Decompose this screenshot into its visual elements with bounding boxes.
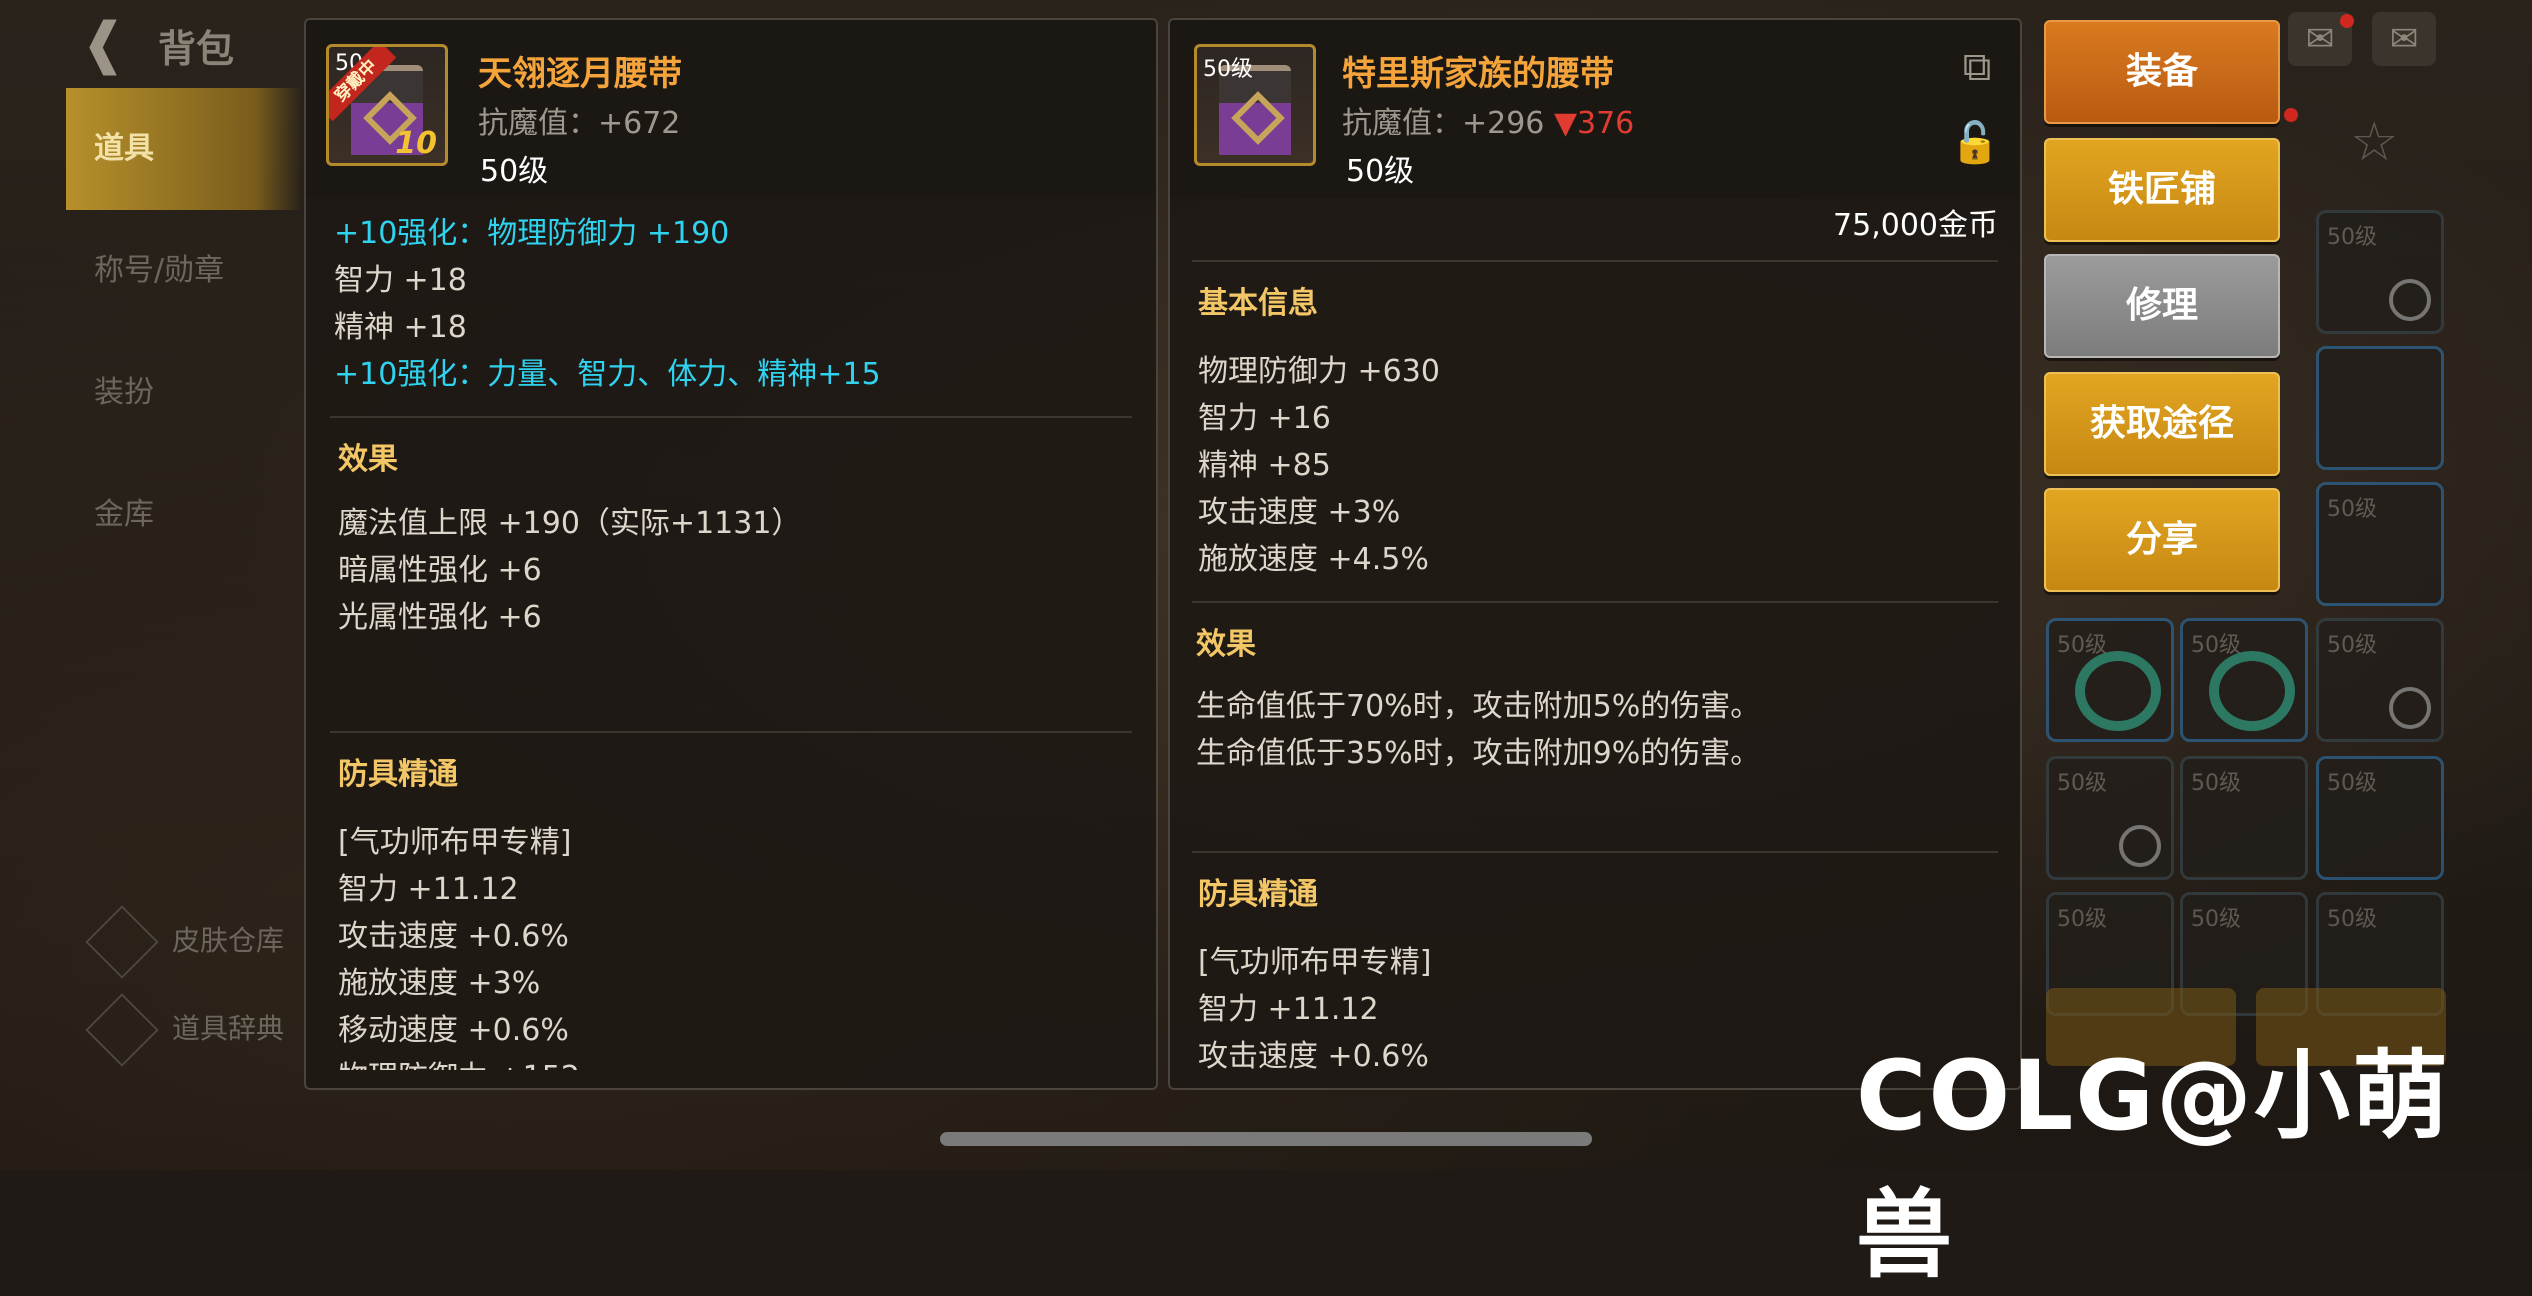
item-dictionary-button[interactable]: 道具辞典: [85, 993, 336, 1067]
effect-title: 效果: [338, 442, 398, 477]
inventory-slot[interactable]: 50级: [2180, 618, 2308, 742]
item-dictionary-label: 道具辞典: [172, 1012, 285, 1045]
equipped-item-tooltip: 50 穿戴中 10 天翎逐月腰带 抗魔值：+672 50级 +10强化：物理防御…: [304, 18, 1158, 1090]
section-divider: [1192, 601, 1998, 603]
compared-item-header: 50级 特里斯家族的腰带 抗魔值：+296 ▼376 50级 ⧉ 🔓: [1170, 20, 2020, 198]
equipped-item-header: 50 穿戴中 10 天翎逐月腰带 抗魔值：+672 50级: [306, 20, 1156, 198]
equipped-belt-icon: 50 穿戴中 10: [326, 44, 448, 166]
section-divider: [330, 416, 1132, 418]
watermark: COLG@小萌兽: [1856, 1040, 2451, 1291]
equip-button[interactable]: 装备: [2044, 20, 2280, 124]
chat-icon[interactable]: ✉: [2372, 12, 2436, 66]
compared-item-tooltip: 50级 特里斯家族的腰带 抗魔值：+296 ▼376 50级 ⧉ 🔓 75,00…: [1168, 18, 2022, 1090]
sidebar-item-items[interactable]: 道具: [66, 88, 302, 210]
inventory-slot[interactable]: [2316, 346, 2444, 470]
sidebar-item-titles[interactable]: 称号/勋章: [66, 210, 302, 332]
stat-line: 智力 +16: [1198, 401, 1331, 436]
stat-line: 智力 +18: [334, 263, 467, 298]
inventory-slot[interactable]: 50级: [2180, 756, 2308, 880]
effect-line: 生命值低于35%时，攻击附加9%的伤害。: [1196, 736, 1761, 771]
lock-icon[interactable]: 🔓: [1950, 120, 2000, 166]
book-icon: [85, 993, 159, 1067]
mastery-line: 攻击速度 +0.6%: [338, 919, 569, 954]
sidebar-item-vault[interactable]: 金库: [66, 454, 302, 576]
inventory-slot[interactable]: 50级: [2046, 756, 2174, 880]
external-link-icon[interactable]: ⧉: [1952, 44, 2002, 90]
mastery-line: 物理防御力 +152: [338, 1054, 1132, 1070]
effect-line: 光属性强化 +6: [338, 600, 542, 635]
mail-notification-dot: [2340, 14, 2354, 28]
blacksmith-button[interactable]: 铁匠铺: [2044, 138, 2280, 242]
equipped-item-details: +10强化：物理防御力 +190 智力 +18 精神 +18 +10强化：力量、…: [306, 210, 1156, 1070]
inventory-sidebar: 道具 称号/勋章 装扮 金库: [66, 88, 302, 576]
item-name: 特里斯家族的腰带: [1342, 54, 1614, 94]
stat-value: 抗魔值：+296: [1342, 106, 1554, 141]
repair-button[interactable]: 修理: [2044, 254, 2280, 358]
compared-belt-icon: 50级: [1194, 44, 1316, 166]
ring-icon: [2209, 651, 2295, 731]
inventory-title: 背包: [158, 27, 235, 71]
locked-icon: [2119, 825, 2161, 867]
locked-icon: [2389, 687, 2431, 729]
mastery-line: 移动速度 +0.6%: [338, 1013, 569, 1048]
skin-storage-button[interactable]: 皮肤仓库: [85, 905, 336, 979]
stat-line: 精神 +85: [1198, 448, 1331, 483]
item-level: 50级: [480, 154, 549, 189]
effect-line: 生命值低于70%时，攻击附加5%的伤害。: [1196, 689, 1761, 724]
sidebar-item-avatar[interactable]: 装扮: [66, 332, 302, 454]
inventory-slot[interactable]: 50级: [2316, 482, 2444, 606]
skin-storage-label: 皮肤仓库: [172, 924, 285, 957]
inventory-slot[interactable]: 50级: [2316, 210, 2444, 334]
stat-line: 施放速度 +4.5%: [1198, 542, 1429, 577]
item-name: 天翎逐月腰带: [478, 54, 682, 94]
section-divider: [1192, 851, 1998, 853]
effect-line: 暗属性强化 +6: [338, 553, 542, 588]
item-icon-level: 50级: [1203, 57, 1253, 82]
stat-diff: ▼376: [1553, 106, 1635, 141]
mastery-line: [气功师布甲专精]: [338, 825, 572, 860]
stat-line: 物理防御力 +630: [1198, 354, 1440, 389]
obtain-source-button[interactable]: 获取途径: [2044, 372, 2280, 476]
item-magic-resist: 抗魔值：+296 ▼376: [1342, 98, 1634, 142]
stat-line: 精神 +18: [334, 310, 467, 345]
compared-item-details: 75,000金币 基本信息 物理防御力 +630 智力 +16 精神 +85 攻…: [1170, 198, 2020, 1070]
back-arrow-icon[interactable]: ❰: [80, 14, 140, 74]
inventory-slot[interactable]: 50级: [2046, 618, 2174, 742]
share-button[interactable]: 分享: [2044, 488, 2280, 592]
locked-icon: [2389, 279, 2431, 321]
mastery-title: 防具精通: [338, 757, 458, 792]
section-divider: [330, 731, 1132, 733]
diamond-icon: [85, 905, 159, 979]
inventory-slot[interactable]: 50级: [2316, 756, 2444, 880]
basic-info-title: 基本信息: [1198, 286, 1318, 321]
item-price: 75,000金币: [1833, 208, 1998, 243]
effect-line: 魔法值上限 +190（实际+1131）: [338, 506, 802, 541]
mastery-line: [气功师布甲专精]: [1198, 945, 1432, 980]
ring-icon: [2075, 651, 2161, 731]
inventory-slot[interactable]: 50级: [2316, 618, 2444, 742]
favorite-star-icon[interactable]: ☆: [2350, 110, 2398, 173]
mastery-title: 防具精通: [1198, 877, 1318, 912]
section-divider: [1192, 260, 1998, 262]
stat-line: 攻击速度 +3%: [1198, 495, 1401, 530]
item-magic-resist: 抗魔值：+672: [478, 106, 681, 141]
mastery-line: 智力 +11.12: [338, 872, 519, 907]
item-level: 50级: [1346, 154, 1415, 189]
enhance-level: 10: [395, 126, 437, 161]
enhance-line: +10强化：力量、智力、体力、精神+15: [334, 357, 881, 392]
enhance-line: +10强化：物理防御力 +190: [334, 216, 730, 251]
home-indicator[interactable]: [940, 1132, 1592, 1146]
notification-dot: [2284, 108, 2298, 122]
mastery-line: 施放速度 +3%: [338, 966, 541, 1001]
effect-title: 效果: [1196, 627, 1256, 662]
